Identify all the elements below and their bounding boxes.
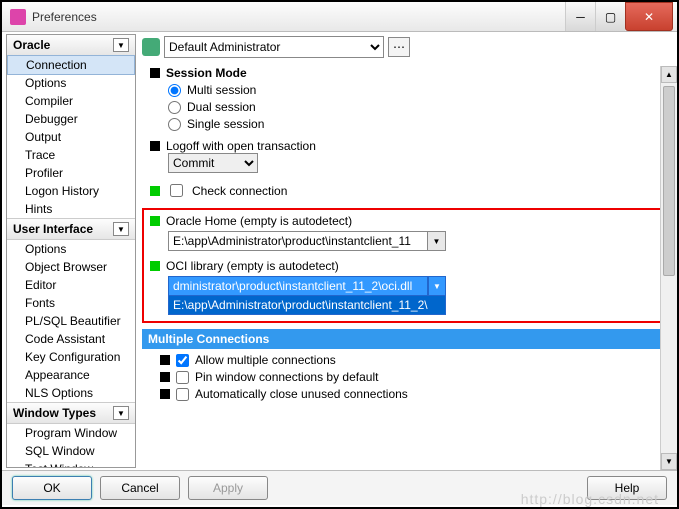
sidebar-item-object-browser[interactable]: Object Browser: [7, 258, 135, 276]
minimize-button[interactable]: ─: [565, 2, 595, 31]
check-connection-checkbox[interactable]: [170, 184, 183, 197]
chevron-down-icon[interactable]: ▼: [113, 38, 129, 52]
sidebar-item-connection[interactable]: Connection: [7, 55, 135, 75]
sidebar-item-trace[interactable]: Trace: [7, 146, 135, 164]
maximize-button[interactable]: ▢: [595, 2, 625, 31]
oci-library-input[interactable]: [168, 276, 428, 296]
multi-session-radio[interactable]: [168, 84, 181, 97]
chevron-down-icon[interactable]: ▼: [113, 406, 129, 420]
scroll-up-icon[interactable]: ▲: [661, 66, 677, 83]
category-window-types[interactable]: Window Types ▼: [7, 402, 135, 424]
scroll-thumb[interactable]: [663, 86, 675, 276]
admin-select[interactable]: Default Administrator: [164, 36, 384, 58]
scroll-down-icon[interactable]: ▼: [661, 453, 677, 470]
more-button[interactable]: ⋯: [388, 37, 410, 57]
sidebar-item-editor[interactable]: Editor: [7, 276, 135, 294]
marker-icon: [150, 68, 160, 78]
ok-button[interactable]: OK: [12, 476, 92, 500]
sidebar-item-ui-options[interactable]: Options: [7, 240, 135, 258]
sidebar-item-options[interactable]: Options: [7, 74, 135, 92]
oracle-home-input[interactable]: [168, 231, 428, 251]
oci-dropdown-option[interactable]: E:\app\Administrator\product\instantclie…: [168, 295, 446, 315]
pin-window-checkbox[interactable]: [176, 371, 189, 384]
sidebar-item-test-window[interactable]: Test Window: [7, 460, 135, 468]
vertical-scrollbar[interactable]: ▲ ▼: [660, 66, 677, 470]
dual-session-radio[interactable]: [168, 101, 181, 114]
allow-multiple-checkbox[interactable]: [176, 354, 189, 367]
marker-icon: [150, 216, 160, 226]
oracle-home-label: Oracle Home (empty is autodetect): [166, 214, 352, 228]
oci-library-label: OCI library (empty is autodetect): [166, 259, 339, 273]
cancel-button[interactable]: Cancel: [100, 476, 180, 500]
sidebar-item-hints[interactable]: Hints: [7, 200, 135, 218]
marker-icon: [160, 355, 170, 365]
marker-icon: [150, 261, 160, 271]
sidebar-item-debugger[interactable]: Debugger: [7, 110, 135, 128]
category-user-interface[interactable]: User Interface ▼: [7, 218, 135, 240]
help-button[interactable]: Help: [587, 476, 667, 500]
chevron-down-icon[interactable]: ▼: [428, 231, 446, 251]
marker-icon: [150, 186, 160, 196]
category-sidebar: Oracle ▼ Connection Options Compiler Deb…: [6, 34, 136, 468]
logoff-legend: Logoff with open transaction: [166, 139, 316, 153]
session-mode-legend: Session Mode: [166, 66, 247, 80]
sidebar-item-program-window[interactable]: Program Window: [7, 424, 135, 442]
window-title: Preferences: [32, 10, 565, 24]
sidebar-item-appearance[interactable]: Appearance: [7, 366, 135, 384]
auto-close-checkbox[interactable]: [176, 388, 189, 401]
sidebar-item-logon-history[interactable]: Logon History: [7, 182, 135, 200]
apply-button[interactable]: Apply: [188, 476, 268, 500]
chevron-down-icon[interactable]: ▼: [113, 222, 129, 236]
sidebar-item-key-config[interactable]: Key Configuration: [7, 348, 135, 366]
close-button[interactable]: ✕: [625, 2, 673, 31]
single-session-radio[interactable]: [168, 118, 181, 131]
sidebar-item-fonts[interactable]: Fonts: [7, 294, 135, 312]
sidebar-item-profiler[interactable]: Profiler: [7, 164, 135, 182]
marker-icon: [160, 372, 170, 382]
marker-icon: [150, 141, 160, 151]
sidebar-item-beautifier[interactable]: PL/SQL Beautifier: [7, 312, 135, 330]
app-icon: [10, 9, 26, 25]
marker-icon: [160, 389, 170, 399]
chevron-down-icon[interactable]: ▼: [428, 276, 446, 296]
sidebar-item-nls[interactable]: NLS Options: [7, 384, 135, 402]
sidebar-item-compiler[interactable]: Compiler: [7, 92, 135, 110]
sidebar-item-code-assistant[interactable]: Code Assistant: [7, 330, 135, 348]
multiple-connections-header: Multiple Connections: [142, 329, 671, 349]
category-oracle[interactable]: Oracle ▼: [7, 35, 135, 56]
main-panel: Default Administrator ⋯ Session Mode Mul…: [136, 32, 677, 470]
sidebar-item-output[interactable]: Output: [7, 128, 135, 146]
highlight-box: Oracle Home (empty is autodetect) ▼ OCI …: [142, 208, 671, 323]
admin-icon: [142, 38, 160, 56]
logoff-select[interactable]: Commit: [168, 153, 258, 173]
sidebar-item-sql-window[interactable]: SQL Window: [7, 442, 135, 460]
